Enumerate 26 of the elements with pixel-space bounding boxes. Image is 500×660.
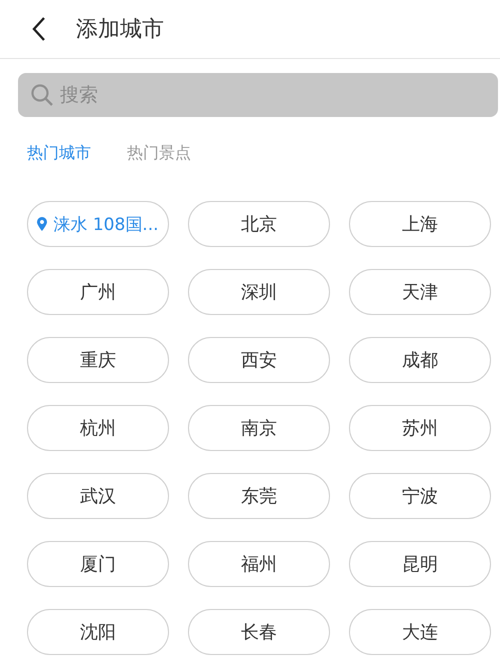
city-chip[interactable]: 长春 — [188, 609, 330, 655]
city-chip[interactable]: 南京 — [188, 405, 330, 451]
city-chip[interactable]: 宁波 — [349, 473, 491, 519]
search-field[interactable]: 搜索 — [18, 73, 498, 117]
city-chip[interactable]: 重庆 — [27, 337, 169, 383]
city-chip[interactable]: 西安 — [188, 337, 330, 383]
city-chip[interactable]: 成都 — [349, 337, 491, 383]
back-icon[interactable] — [32, 16, 46, 42]
city-chip[interactable]: 苏州 — [349, 405, 491, 451]
city-chip[interactable]: 昆明 — [349, 541, 491, 587]
city-chip[interactable]: 北京 — [188, 201, 330, 247]
city-chip[interactable]: 东莞 — [188, 473, 330, 519]
city-chip[interactable]: 厦门 — [27, 541, 169, 587]
tab[interactable]: 热门城市 — [27, 143, 91, 173]
page-title: 添加城市 — [76, 16, 164, 44]
city-chip[interactable]: 沈阳 — [27, 609, 169, 655]
location-pin-icon — [37, 217, 48, 231]
city-chip[interactable]: 大连 — [349, 609, 491, 655]
city-chip[interactable]: 广州 — [27, 269, 169, 315]
city-chip[interactable]: 杭州 — [27, 405, 169, 451]
city-chip[interactable]: 福州 — [188, 541, 330, 587]
city-chip[interactable]: 涞水 108国... — [27, 201, 169, 247]
city-chip[interactable]: 天津 — [349, 269, 491, 315]
city-chip[interactable]: 深圳 — [188, 269, 330, 315]
city-chip[interactable]: 上海 — [349, 201, 491, 247]
city-chip[interactable]: 武汉 — [27, 473, 169, 519]
